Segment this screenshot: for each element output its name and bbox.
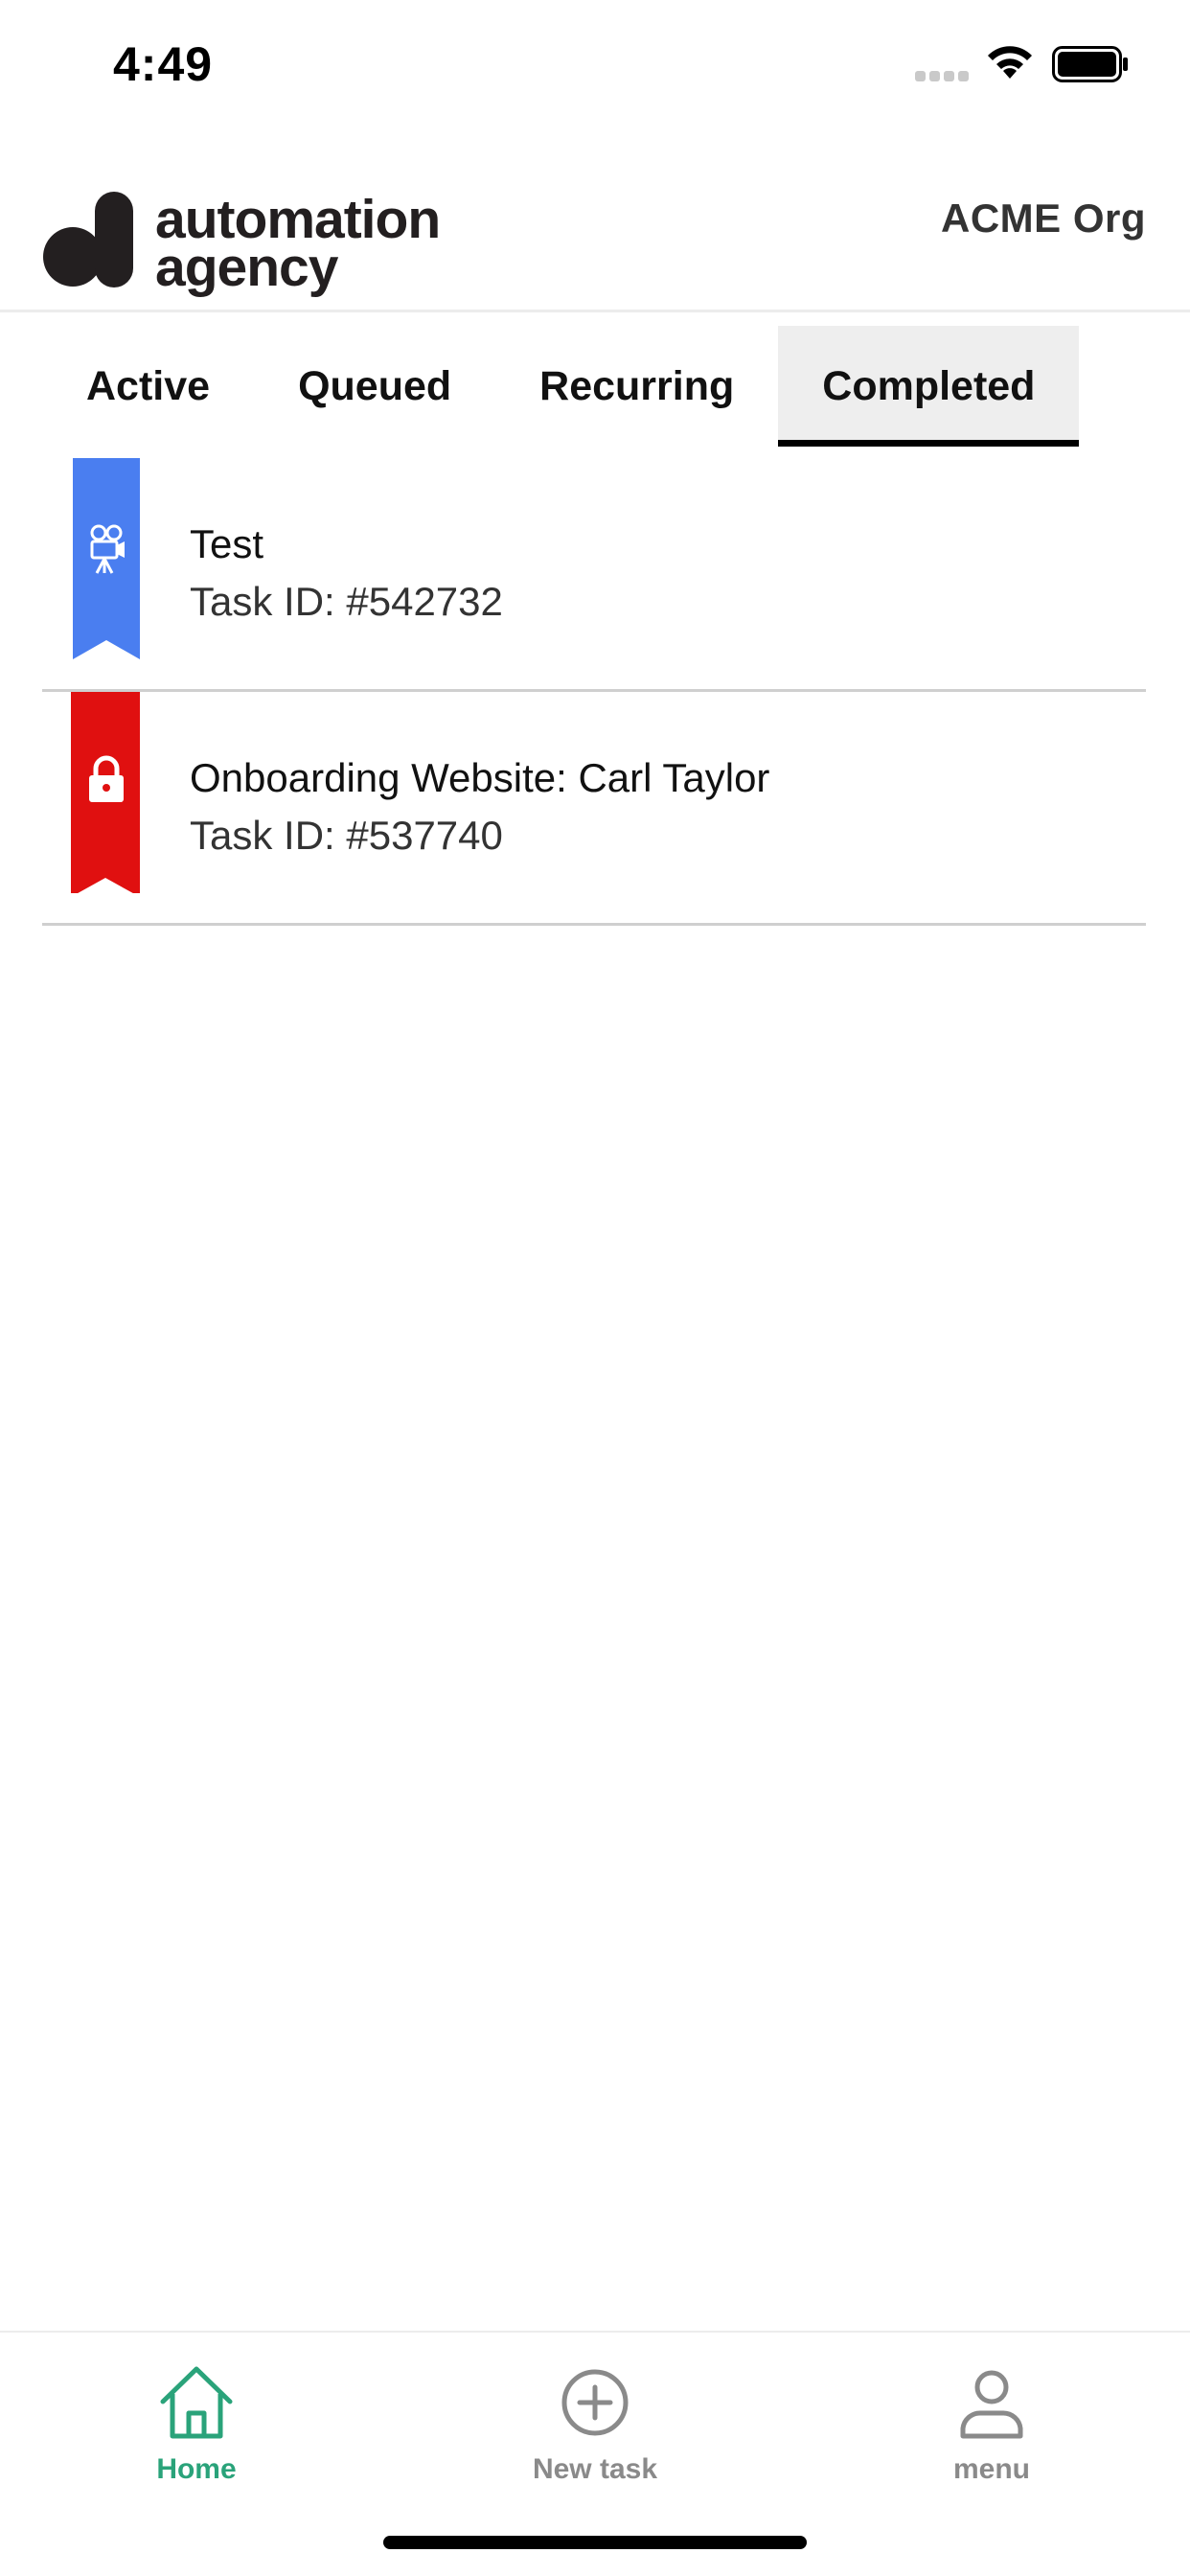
list-item[interactable]: Test Task ID: #542732: [42, 458, 1146, 692]
task-title: Onboarding Website: Carl Taylor: [190, 755, 770, 800]
task-list: Test Task ID: #542732 Onboarding Website…: [42, 458, 1146, 926]
app-header: automation agency ACME Org: [0, 134, 1190, 312]
task-id: Task ID: #542732: [190, 579, 503, 624]
battery-icon: [1052, 46, 1128, 82]
video-camera-icon: [90, 524, 125, 574]
status-time: 4:49: [113, 37, 214, 91]
tab-queued[interactable]: Queued: [254, 326, 495, 447]
nav-new-task[interactable]: New task: [480, 2359, 710, 2486]
person-icon: [960, 2370, 1023, 2439]
task-tabs: Active Queued Recurring Completed: [42, 326, 1080, 447]
home-icon: [160, 2366, 233, 2439]
nav-home-label: Home: [156, 2453, 237, 2485]
logo-text: automation agency: [155, 193, 441, 298]
task-id: Task ID: #537740: [190, 813, 503, 858]
logo-line2: agency: [155, 237, 338, 298]
app-logo[interactable]: automation agency: [42, 171, 483, 295]
nav-menu[interactable]: menu: [877, 2359, 1107, 2486]
nav-new-task-label: New task: [532, 2453, 658, 2485]
tab-active[interactable]: Active: [42, 326, 254, 447]
status-bar: 4:49: [0, 0, 1190, 134]
cellular-signal-icon: [915, 71, 971, 82]
org-name[interactable]: ACME Org: [941, 196, 1146, 242]
plus-circle-icon: [561, 2369, 629, 2436]
nav-menu-label: menu: [952, 2453, 1030, 2485]
task-title: Test: [190, 521, 264, 566]
logo-mark-icon: [43, 192, 133, 288]
nav-home[interactable]: Home: [81, 2359, 311, 2486]
home-indicator[interactable]: [383, 2536, 807, 2549]
lock-icon: [89, 755, 124, 802]
list-item[interactable]: Onboarding Website: Carl Taylor Task ID:…: [42, 692, 1146, 926]
tab-completed[interactable]: Completed: [778, 326, 1080, 447]
wifi-icon: [988, 46, 1032, 79]
tab-recurring[interactable]: Recurring: [495, 326, 778, 447]
